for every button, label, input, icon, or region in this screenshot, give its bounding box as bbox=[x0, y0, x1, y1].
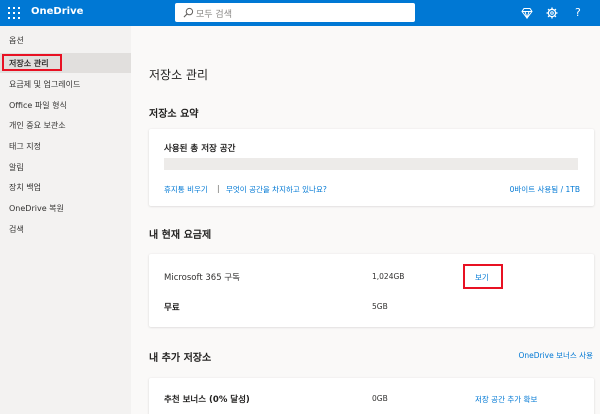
storage-usage-text[interactable]: 0바이트 사용됨 / 1TB bbox=[510, 184, 580, 195]
page-title: 저장소 관리 bbox=[149, 68, 209, 82]
nav-item-plans[interactable]: 요금제 및 업그레이드 bbox=[0, 74, 131, 94]
search-icon bbox=[183, 7, 194, 18]
search-input[interactable]: 모두 검색 bbox=[196, 7, 232, 20]
left-nav: 옵션 저장소 관리 요금제 및 업그레이드 Office 파일 형식 개인 중요… bbox=[0, 26, 131, 414]
nav-item-restore[interactable]: OneDrive 복원 bbox=[0, 198, 131, 218]
nav-item-notifications[interactable]: 알림 bbox=[0, 157, 131, 177]
summary-title: 저장소 요약 bbox=[149, 109, 199, 120]
bonus-name: 추천 보너스 (0% 달성) bbox=[164, 395, 250, 405]
nav-item-personal-vault[interactable]: 개인 중요 보관소 bbox=[0, 115, 131, 135]
nav-item-tagging[interactable]: 태그 지정 bbox=[0, 136, 131, 156]
nav-item-office-formats[interactable]: Office 파일 형식 bbox=[0, 95, 131, 115]
nav-header: 옵션 bbox=[9, 36, 24, 45]
plan-name-m365: Microsoft 365 구독 bbox=[164, 273, 240, 283]
diamond-icon[interactable] bbox=[521, 7, 533, 19]
highlight-box bbox=[463, 264, 503, 289]
whats-taking-space-link[interactable]: 무엇이 공간을 차지하고 있나요? bbox=[226, 184, 327, 195]
main-content: 저장소 관리 저장소 요약 사용된 총 저장 공간 휴지통 비우기 | 무엇이 … bbox=[131, 26, 600, 414]
total-storage-label: 사용된 총 저장 공간 bbox=[164, 144, 236, 154]
empty-recycle-bin-link[interactable]: 휴지통 비우기 bbox=[164, 184, 208, 195]
plan-size-m365: 1,024GB bbox=[372, 272, 405, 281]
plan-size-free: 5GB bbox=[372, 302, 388, 311]
nav-item-device-backup[interactable]: 장치 백업 bbox=[0, 177, 131, 197]
bonus-link[interactable]: OneDrive 보너스 사용 bbox=[518, 350, 593, 361]
bonus-size: 0GB bbox=[372, 394, 388, 403]
link-separator: | bbox=[217, 184, 220, 193]
storage-usage-bar bbox=[164, 158, 578, 170]
search-box[interactable]: 모두 검색 bbox=[175, 3, 415, 22]
nav-item-search[interactable]: 검색 bbox=[0, 219, 131, 239]
highlight-box bbox=[2, 54, 62, 71]
current-plan-card: Microsoft 365 구독 1,024GB 보기 무료 5GB bbox=[149, 254, 594, 327]
app-launcher-icon[interactable] bbox=[8, 7, 20, 19]
storage-summary-card: 사용된 총 저장 공간 휴지통 비우기 | 무엇이 공간을 차지하고 있나요? … bbox=[149, 129, 594, 206]
additional-storage-card: 추천 보너스 (0% 달성) 0GB 저장 공간 추가 확보 bbox=[149, 378, 594, 414]
plan-name-free: 무료 bbox=[164, 303, 180, 313]
help-icon[interactable]: ? bbox=[575, 6, 581, 19]
settings-gear-icon[interactable] bbox=[546, 7, 558, 19]
get-more-storage-link[interactable]: 저장 공간 추가 확보 bbox=[475, 394, 537, 405]
current-plan-title: 내 현재 요금제 bbox=[149, 230, 212, 241]
app-title[interactable]: OneDrive bbox=[31, 6, 83, 17]
top-bar: OneDrive 모두 검색 ? bbox=[0, 0, 600, 26]
additional-storage-title: 내 추가 저장소 bbox=[149, 353, 212, 364]
